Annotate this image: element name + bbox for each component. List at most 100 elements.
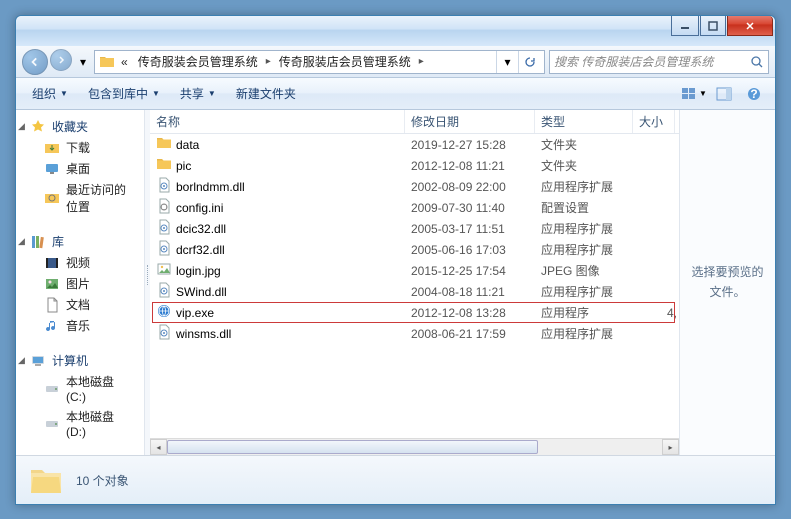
refresh-button[interactable]	[518, 51, 540, 73]
file-type: 文件夹	[539, 157, 637, 174]
table-row[interactable]: pic2012-12-08 11:21文件夹	[150, 155, 679, 176]
computer-icon	[30, 353, 46, 369]
titlebar[interactable]	[16, 16, 775, 46]
file-icon	[156, 282, 172, 301]
nav-computer[interactable]: ◢计算机	[16, 350, 144, 371]
search-input[interactable]: 搜索 传奇服装店会员管理系统	[549, 50, 769, 74]
file-type: 文件夹	[539, 136, 637, 153]
nav-history-dropdown[interactable]: ▾	[76, 51, 90, 73]
horizontal-scrollbar[interactable]: ◂ ▸	[150, 438, 679, 455]
file-type: 应用程序扩展	[539, 283, 637, 300]
scroll-right-button[interactable]: ▸	[662, 439, 679, 455]
col-type[interactable]: 类型	[535, 110, 633, 133]
preview-pane: 选择要预览的文件。	[679, 110, 775, 455]
toolbar: 组织▼ 包含到库中▼ 共享▼ 新建文件夹 ▼ ?	[16, 78, 775, 110]
drive-icon	[44, 416, 60, 432]
folder-icon	[28, 462, 64, 498]
maximize-button[interactable]	[700, 16, 726, 36]
nav-drive-c[interactable]: 本地磁盘 (C:)	[16, 371, 144, 406]
file-type: 应用程序扩展	[539, 325, 637, 342]
scroll-thumb[interactable]	[167, 440, 538, 454]
scroll-left-button[interactable]: ◂	[150, 439, 167, 455]
file-icon	[156, 303, 172, 322]
organize-button[interactable]: 组织▼	[24, 81, 76, 106]
picture-icon	[44, 276, 60, 292]
nav-documents[interactable]: 文档	[16, 294, 144, 315]
video-icon	[44, 255, 60, 271]
chevron-right-icon[interactable]: ▸	[264, 56, 273, 67]
breadcrumb-part[interactable]: 传奇服装店会员管理系统	[275, 51, 415, 73]
file-date: 2004-08-18 11:21	[409, 285, 539, 299]
nav-pictures[interactable]: 图片	[16, 273, 144, 294]
address-bar: ▾ « 传奇服装会员管理系统 ▸ 传奇服装店会员管理系统 ▸ ▾ 搜索 传奇服装…	[16, 46, 775, 78]
breadcrumb[interactable]: « 传奇服装会员管理系统 ▸ 传奇服装店会员管理系统 ▸ ▾	[94, 50, 545, 74]
col-name[interactable]: 名称	[150, 110, 405, 133]
view-button[interactable]: ▼	[681, 83, 707, 105]
table-row[interactable]: dcic32.dll2005-03-17 11:51应用程序扩展	[150, 218, 679, 239]
document-icon	[44, 297, 60, 313]
newfolder-button[interactable]: 新建文件夹	[228, 81, 304, 106]
back-button[interactable]	[22, 49, 48, 75]
include-button[interactable]: 包含到库中▼	[80, 81, 168, 106]
file-date: 2015-12-25 17:54	[409, 264, 539, 278]
file-date: 2005-03-17 11:51	[409, 222, 539, 236]
table-row[interactable]: config.ini 2009-07-30 11:40配置设置	[150, 197, 679, 218]
nav-favorites[interactable]: ◢收藏夹	[16, 116, 144, 137]
nav-music[interactable]: 音乐	[16, 315, 144, 336]
file-icon	[156, 177, 172, 196]
navigation-pane: ◢收藏夹 下载 桌面 最近访问的位置 ◢库 视频 图片 文档 音乐 ◢计算机 本…	[16, 110, 145, 455]
nav-recent[interactable]: 最近访问的位置	[16, 179, 144, 217]
column-headers: 名称 修改日期 类型 大小	[150, 110, 679, 134]
col-date[interactable]: 修改日期	[405, 110, 535, 133]
status-text: 10 个对象	[76, 472, 129, 489]
file-name: pic	[176, 159, 191, 173]
file-icon	[156, 261, 172, 280]
col-size[interactable]: 大小	[633, 110, 675, 133]
search-placeholder: 搜索 传奇服装店会员管理系统	[554, 53, 750, 70]
file-name: dcic32.dll	[176, 222, 226, 236]
recent-icon	[44, 190, 60, 206]
table-row[interactable]: vip.exe2012-12-08 13:28应用程序4,	[150, 302, 679, 323]
table-row[interactable]: winsms.dll2008-06-21 17:59应用程序扩展	[150, 323, 679, 344]
preview-pane-button[interactable]	[711, 83, 737, 105]
help-button[interactable]: ?	[741, 83, 767, 105]
path-dropdown-button[interactable]: ▾	[496, 51, 518, 73]
share-button[interactable]: 共享▼	[172, 81, 224, 106]
file-name: dcrf32.dll	[176, 243, 225, 257]
music-icon	[44, 318, 60, 334]
file-name: login.jpg	[176, 264, 221, 278]
file-name: borlndmm.dll	[176, 180, 245, 194]
nav-desktop[interactable]: 桌面	[16, 158, 144, 179]
forward-button[interactable]	[50, 49, 72, 71]
chevron-right-icon[interactable]: ▸	[417, 56, 426, 67]
nav-videos[interactable]: 视频	[16, 252, 144, 273]
file-size: 4,	[637, 306, 679, 320]
svg-text:?: ?	[750, 87, 757, 101]
breadcrumb-part[interactable]: 传奇服装会员管理系统	[134, 51, 262, 73]
file-name: vip.exe	[176, 306, 214, 320]
table-row[interactable]: login.jpg 2015-12-25 17:54JPEG 图像	[150, 260, 679, 281]
file-type: 应用程序	[539, 304, 637, 321]
close-button[interactable]	[727, 16, 773, 36]
file-type: 配置设置	[539, 199, 637, 216]
file-name: config.ini	[176, 201, 223, 215]
status-bar: 10 个对象	[16, 456, 775, 504]
file-date: 2009-07-30 11:40	[409, 201, 539, 215]
library-icon	[30, 234, 46, 250]
table-row[interactable]: SWind.dll2004-08-18 11:21应用程序扩展	[150, 281, 679, 302]
table-row[interactable]: dcrf32.dll2005-06-16 17:03应用程序扩展	[150, 239, 679, 260]
file-name: data	[176, 138, 199, 152]
search-icon	[750, 55, 764, 69]
nav-drive-d[interactable]: 本地磁盘 (D:)	[16, 406, 144, 441]
explorer-window: ▾ « 传奇服装会员管理系统 ▸ 传奇服装店会员管理系统 ▸ ▾ 搜索 传奇服装…	[15, 15, 776, 505]
minimize-button[interactable]	[671, 16, 699, 36]
nav-downloads[interactable]: 下载	[16, 137, 144, 158]
folder-icon	[99, 54, 115, 70]
file-icon	[156, 324, 172, 343]
nav-libraries[interactable]: ◢库	[16, 231, 144, 252]
file-type: JPEG 图像	[539, 262, 637, 279]
file-list: 名称 修改日期 类型 大小 data2019-12-27 15:28文件夹pic…	[150, 110, 679, 455]
table-row[interactable]: data2019-12-27 15:28文件夹	[150, 134, 679, 155]
table-row[interactable]: borlndmm.dll2002-08-09 22:00应用程序扩展	[150, 176, 679, 197]
file-icon	[156, 156, 172, 175]
